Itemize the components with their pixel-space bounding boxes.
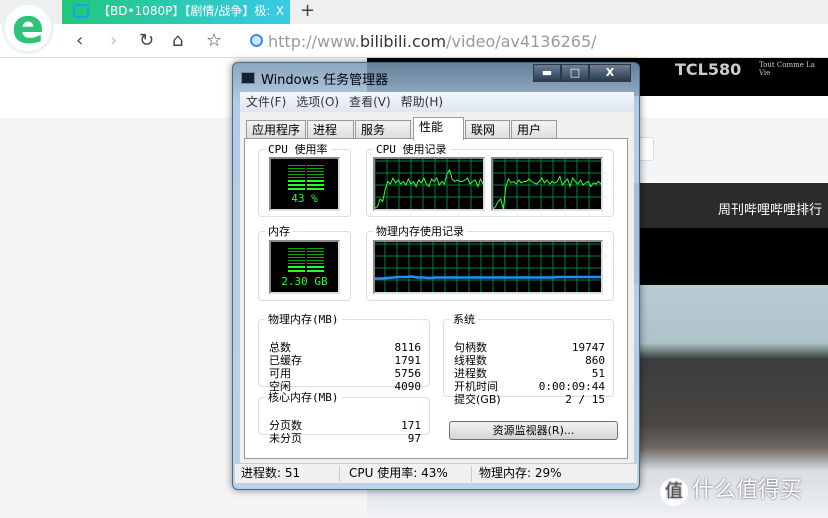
status-memory: 物理内存: 29% [479, 466, 562, 480]
browser-logo: e [2, 2, 54, 54]
menu-file[interactable]: 文件(F) [246, 95, 286, 109]
task-manager-window: Windows 任务管理器 ▬ □ X 文件(F) 选项(O) 查看(V) 帮助(H)… [232, 62, 640, 490]
memory-meter: 2.30 GB [269, 240, 340, 294]
kernel-memory-label: 核心内存(MB) [268, 391, 339, 404]
system-label: 系统 [453, 313, 475, 326]
kernel-memory-group: 核心内存(MB) 分页数 171 未分页 97 [258, 389, 430, 445]
cpu-usage-meter: 43 % [269, 157, 340, 211]
info-key: 分页数 [269, 419, 302, 432]
watermark: 值什么值得买 [660, 472, 802, 506]
info-row: 分页数 171 [269, 419, 421, 432]
tab-processes[interactable]: 进程 [307, 120, 354, 139]
info-value: 19747 [571, 341, 605, 354]
info-row: 可用 5756 [269, 367, 421, 380]
performance-panel: CPU 使用率 43 % CPU 使用记录 内存 2.30 GB 物理内存使用记… [244, 138, 628, 459]
window-title: Windows 任务管理器 [261, 73, 389, 88]
info-row: 未分页 97 [269, 432, 421, 445]
info-key: 未分页 [269, 432, 302, 445]
info-value: 97 [407, 432, 421, 445]
tab-applications[interactable]: 应用程序 [246, 120, 306, 139]
info-key: 已缓存 [269, 354, 302, 367]
info-key: 总数 [269, 341, 291, 354]
info-key: 句柄数 [454, 341, 487, 354]
memory-label: 内存 [268, 225, 290, 238]
url-domain: bilibili.com [359, 32, 447, 51]
ad-slogan: Tout Comme La Vie [759, 61, 815, 77]
info-row: 句柄数 19747 [454, 341, 605, 354]
info-key: 进程数 [454, 367, 487, 380]
new-tab-button[interactable]: + [300, 0, 315, 22]
tab-users[interactable]: 用户 [511, 120, 557, 139]
info-row: 已缓存 1791 [269, 354, 421, 367]
reload-button[interactable]: ↻ [139, 30, 154, 51]
url-path: /video/av4136265/ [446, 32, 597, 51]
tab-title: 【BD•1080P】【剧情/战争】极: [98, 4, 271, 18]
info-row: 进程数 51 [454, 367, 605, 380]
site-globe-icon [250, 34, 263, 47]
physical-memory-group: 物理内存(MB) 总数 8116 已缓存 1791 可用 5756 空闲 4090 [258, 311, 430, 393]
info-row: 总数 8116 [269, 341, 421, 354]
info-key: 提交(GB) [454, 393, 501, 406]
tab-close-button[interactable]: X [276, 0, 284, 22]
maximize-button[interactable]: □ [561, 64, 589, 82]
memory-history-graph [373, 240, 603, 294]
memory-history-label: 物理内存使用记录 [376, 225, 464, 238]
task-manager-icon [241, 72, 255, 84]
menu-bar: 文件(F) 选项(O) 查看(V) 帮助(H) [240, 92, 634, 112]
cpu-usage-value: 43 % [291, 192, 318, 205]
info-key: 线程数 [454, 354, 487, 367]
ad-text: TCL580 [675, 60, 742, 79]
watermark-icon: 值 [660, 478, 688, 506]
physical-memory-label: 物理内存(MB) [268, 313, 339, 326]
info-row: 线程数 860 [454, 354, 605, 367]
usage-line [493, 175, 601, 209]
info-value: 860 [585, 354, 605, 367]
info-value: 5756 [394, 367, 422, 380]
info-value: 51 [591, 367, 605, 380]
url-input[interactable]: http://www.bilibili.com/video/av4136265/ [268, 32, 597, 51]
info-row: 提交(GB) 2 / 15 [454, 393, 605, 406]
tab-networking[interactable]: 联网 [465, 120, 510, 139]
status-processes: 进程数: 51 [241, 466, 301, 480]
cpu-history-graph-core2 [491, 157, 603, 211]
memory-value: 2.30 GB [281, 275, 328, 288]
info-row: 开机时间 0:00:09:44 [454, 380, 605, 393]
info-value: 0:00:09:44 [538, 380, 605, 393]
url-prefix: http://www. [268, 32, 360, 51]
minimize-button[interactable]: ▬ [533, 64, 561, 82]
menu-options[interactable]: 选项(O) [296, 95, 339, 109]
tab-services[interactable]: 服务 [355, 120, 411, 139]
info-value: 171 [401, 419, 421, 432]
ranking-title[interactable]: 周刊哔哩哔哩排行 [718, 199, 822, 218]
system-group: 系统 句柄数 19747 线程数 860 进程数 51 开机时间 0:00:09:44 提交(G… [443, 311, 614, 406]
forward-button[interactable]: › [110, 30, 117, 51]
info-key: 可用 [269, 367, 291, 380]
info-value: 8116 [394, 341, 422, 354]
home-button[interactable]: ⌂ [172, 30, 183, 51]
status-bar: 进程数: 51 CPU 使用率: 43% 物理内存: 29% [235, 463, 637, 483]
menu-help[interactable]: 帮助(H) [401, 95, 443, 109]
cpu-history-label: CPU 使用记录 [376, 143, 447, 156]
back-button[interactable]: ‹ [76, 30, 83, 51]
watermark-text: 什么值得买 [692, 478, 803, 503]
browser-tab[interactable]: 【BD•1080P】【剧情/战争】极: X [62, 0, 290, 24]
bookmark-star-button[interactable]: ☆ [206, 30, 222, 51]
info-value: 1791 [394, 354, 422, 367]
usage-line [375, 168, 483, 209]
info-key: 开机时间 [454, 380, 498, 393]
tab-performance[interactable]: 性能 [413, 117, 464, 140]
status-cpu: CPU 使用率: 43% [349, 466, 448, 480]
menu-view[interactable]: 查看(V) [349, 95, 391, 109]
bilibili-tv-icon [73, 4, 89, 18]
cpu-history-graph-core1 [373, 157, 485, 211]
info-value: 2 / 15 [565, 393, 605, 406]
resource-monitor-button[interactable]: 资源监视器(R)... [449, 421, 618, 440]
tab-container: 应用程序 进程 服务 性能 联网 用户 CPU 使用率 43 % CPU 使用记… [240, 112, 634, 463]
cpu-usage-label: CPU 使用率 [268, 143, 328, 156]
close-button[interactable]: X [589, 64, 631, 82]
